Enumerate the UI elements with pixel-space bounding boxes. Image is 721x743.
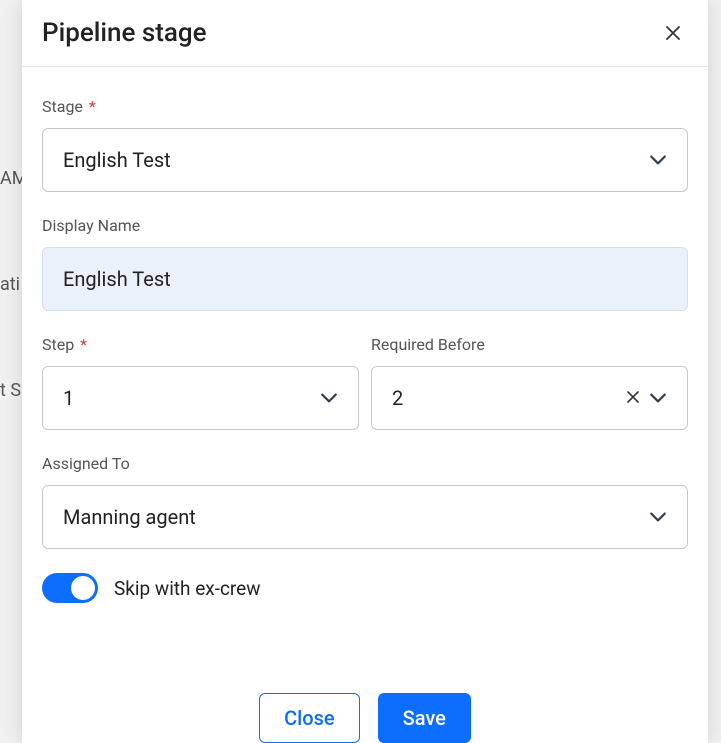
save-button[interactable]: Save xyxy=(378,693,471,743)
select-actions xyxy=(627,389,667,407)
required-before-select[interactable]: 2 xyxy=(371,366,688,430)
assigned-to-select[interactable]: Manning agent xyxy=(42,485,688,549)
skip-ex-crew-label: Skip with ex-crew xyxy=(114,577,261,600)
chevron-down-icon xyxy=(649,151,667,169)
stage-select[interactable]: English Test xyxy=(42,128,688,192)
modal-title: Pipeline stage xyxy=(42,18,207,48)
assigned-to-label: Assigned To xyxy=(42,454,688,473)
skip-ex-crew-toggle[interactable] xyxy=(42,573,98,603)
toggle-knob xyxy=(71,576,95,600)
step-label: Step * xyxy=(42,335,359,354)
step-select[interactable]: 1 xyxy=(42,366,359,430)
backdrop-fragment: t S xyxy=(0,380,21,401)
clear-icon[interactable] xyxy=(627,389,639,407)
skip-ex-crew-row: Skip with ex-crew xyxy=(42,573,688,603)
display-name-input[interactable]: English Test xyxy=(42,247,688,311)
required-asterisk: * xyxy=(89,97,96,116)
stage-label: Stage * xyxy=(42,97,688,116)
stage-select-value: English Test xyxy=(63,148,171,172)
modal-footer: Close Save xyxy=(22,677,708,743)
modal-body: Stage * English Test Display Name Englis… xyxy=(22,67,708,677)
modal-header: Pipeline stage xyxy=(22,0,708,67)
display-name-label: Display Name xyxy=(42,216,688,235)
required-asterisk: * xyxy=(80,335,87,354)
display-name-field-group: Display Name English Test xyxy=(42,216,688,311)
chevron-down-icon xyxy=(649,508,667,526)
chevron-down-icon xyxy=(320,389,338,407)
stage-label-text: Stage xyxy=(42,97,83,116)
step-select-value: 1 xyxy=(63,386,74,410)
required-before-label: Required Before xyxy=(371,335,688,354)
backdrop-fragment: ati xyxy=(0,274,20,295)
step-label-text: Step xyxy=(42,335,74,354)
display-name-value: English Test xyxy=(63,267,171,291)
step-row: Step * 1 Required Before 2 xyxy=(42,335,688,454)
close-button[interactable]: Close xyxy=(259,693,360,743)
chevron-down-icon xyxy=(649,389,667,407)
assigned-to-field-group: Assigned To Manning agent xyxy=(42,454,688,549)
close-icon[interactable] xyxy=(660,19,686,47)
required-before-field-group: Required Before 2 xyxy=(371,335,688,430)
assigned-to-value: Manning agent xyxy=(63,505,196,529)
required-before-value: 2 xyxy=(392,386,403,410)
step-field-group: Step * 1 xyxy=(42,335,359,430)
stage-field-group: Stage * English Test xyxy=(42,97,688,192)
pipeline-stage-modal: Pipeline stage Stage * English Test Disp… xyxy=(22,0,708,743)
